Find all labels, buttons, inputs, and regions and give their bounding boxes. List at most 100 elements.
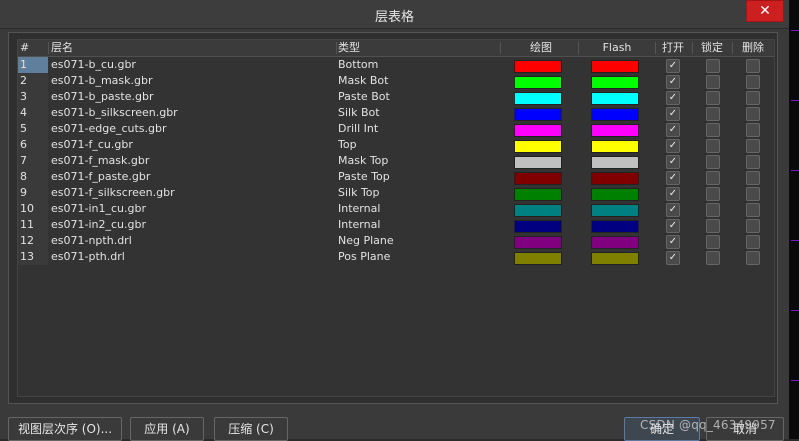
lock-checkbox[interactable] [706,107,720,121]
flash-color-swatch[interactable] [591,252,639,265]
table-row[interactable]: 10 es071-in1_cu.gbr Internal ✓ [18,201,774,217]
checkmark-icon: ✓ [668,188,678,199]
lock-checkbox[interactable] [706,235,720,249]
open-checkbox[interactable]: ✓ [666,203,680,217]
open-checkbox[interactable]: ✓ [666,123,680,137]
draw-color-swatch[interactable] [514,92,562,105]
delete-checkbox[interactable] [746,139,760,153]
table-row[interactable]: 2 es071-b_mask.gbr Mask Bot ✓ [18,73,774,89]
draw-color-swatch[interactable] [514,188,562,201]
compress-button[interactable]: 压缩 (C) [214,417,288,441]
lock-checkbox[interactable] [706,203,720,217]
lock-checkbox[interactable] [706,251,720,265]
flash-color-swatch[interactable] [591,108,639,121]
open-checkbox[interactable]: ✓ [666,75,680,89]
table-row[interactable]: 8 es071-f_paste.gbr Paste Top ✓ [18,169,774,185]
delete-checkbox[interactable] [746,75,760,89]
col-header-draw[interactable]: 绘图 [503,40,579,56]
open-checkbox[interactable]: ✓ [666,139,680,153]
flash-color-swatch[interactable] [591,60,639,73]
draw-color-swatch[interactable] [514,156,562,169]
lock-checkbox[interactable] [706,219,720,233]
flash-color-swatch[interactable] [591,188,639,201]
open-checkbox[interactable]: ✓ [666,155,680,169]
col-header-flash[interactable]: Flash [579,40,655,56]
table-row[interactable]: 5 es071-edge_cuts.gbr Drill Int ✓ [18,121,774,137]
flash-color-swatch[interactable] [591,172,639,185]
table-row[interactable]: 4 es071-b_silkscreen.gbr Silk Bot ✓ [18,105,774,121]
col-header-lock[interactable]: 锁定 [695,40,729,56]
open-checkbox[interactable]: ✓ [666,251,680,265]
open-checkbox[interactable]: ✓ [666,59,680,73]
table-row[interactable]: 6 es071-f_cu.gbr Top ✓ [18,137,774,153]
lock-checkbox[interactable] [706,187,720,201]
col-header-delete[interactable]: 删除 [735,40,771,56]
canvas-line [791,30,799,31]
layer-name: es071-b_cu.gbr [51,58,136,71]
draw-color-swatch[interactable] [514,204,562,217]
draw-color-swatch[interactable] [514,252,562,265]
lock-checkbox[interactable] [706,139,720,153]
layer-type: Paste Bot [338,90,390,103]
open-checkbox[interactable]: ✓ [666,235,680,249]
open-checkbox[interactable]: ✓ [666,219,680,233]
lock-checkbox[interactable] [706,171,720,185]
lock-checkbox[interactable] [706,75,720,89]
close-button[interactable]: ✕ [746,0,784,22]
apply-button[interactable]: 应用 (A) [130,417,204,441]
layer-table[interactable]: # 层名 类型 绘图 Flash 打开 锁定 删除 1 es071-b_cu.gb… [17,39,775,397]
delete-checkbox[interactable] [746,187,760,201]
delete-checkbox[interactable] [746,91,760,105]
flash-color-swatch[interactable] [591,156,639,169]
open-checkbox[interactable]: ✓ [666,171,680,185]
table-row[interactable]: 3 es071-b_paste.gbr Paste Bot ✓ [18,89,774,105]
delete-checkbox[interactable] [746,203,760,217]
lock-checkbox[interactable] [706,155,720,169]
table-row[interactable]: 11 es071-in2_cu.gbr Internal ✓ [18,217,774,233]
table-row[interactable]: 13 es071-pth.drl Pos Plane ✓ [18,249,774,265]
draw-color-swatch[interactable] [514,60,562,73]
open-checkbox[interactable]: ✓ [666,91,680,105]
delete-checkbox[interactable] [746,155,760,169]
draw-color-swatch[interactable] [514,172,562,185]
lock-checkbox[interactable] [706,59,720,73]
delete-checkbox[interactable] [746,107,760,121]
draw-color-swatch[interactable] [514,108,562,121]
table-row[interactable]: 9 es071-f_silkscreen.gbr Silk Top ✓ [18,185,774,201]
open-checkbox[interactable]: ✓ [666,107,680,121]
delete-checkbox[interactable] [746,219,760,233]
delete-checkbox[interactable] [746,235,760,249]
draw-color-swatch[interactable] [514,236,562,249]
delete-checkbox[interactable] [746,171,760,185]
checkmark-icon: ✓ [668,156,678,167]
delete-checkbox[interactable] [746,251,760,265]
table-row[interactable]: 1 es071-b_cu.gbr Bottom ✓ [18,57,774,73]
flash-color-swatch[interactable] [591,76,639,89]
col-header-type[interactable]: 类型 [338,40,498,56]
table-header: # 层名 类型 绘图 Flash 打开 锁定 删除 [18,40,774,57]
draw-color-swatch[interactable] [514,220,562,233]
flash-color-swatch[interactable] [591,124,639,137]
flash-color-swatch[interactable] [591,236,639,249]
title-bar[interactable]: 层表格 ✕ [0,0,789,29]
open-checkbox[interactable]: ✓ [666,187,680,201]
view-layer-order-button[interactable]: 视图层次序 (O)... [8,417,122,441]
table-row[interactable]: 12 es071-npth.drl Neg Plane ✓ [18,233,774,249]
lock-checkbox[interactable] [706,91,720,105]
draw-color-swatch[interactable] [514,140,562,153]
row-number: 12 [20,234,34,247]
draw-color-swatch[interactable] [514,124,562,137]
delete-checkbox[interactable] [746,59,760,73]
col-header-open[interactable]: 打开 [656,40,690,56]
flash-color-swatch[interactable] [591,204,639,217]
table-row[interactable]: 7 es071-f_mask.gbr Mask Top ✓ [18,153,774,169]
flash-color-swatch[interactable] [591,220,639,233]
flash-color-swatch[interactable] [591,140,639,153]
flash-color-swatch[interactable] [591,92,639,105]
close-icon: ✕ [759,3,771,19]
draw-color-swatch[interactable] [514,76,562,89]
col-header-name[interactable]: 层名 [51,40,335,56]
lock-checkbox[interactable] [706,123,720,137]
delete-checkbox[interactable] [746,123,760,137]
col-header-num[interactable]: # [20,40,46,56]
